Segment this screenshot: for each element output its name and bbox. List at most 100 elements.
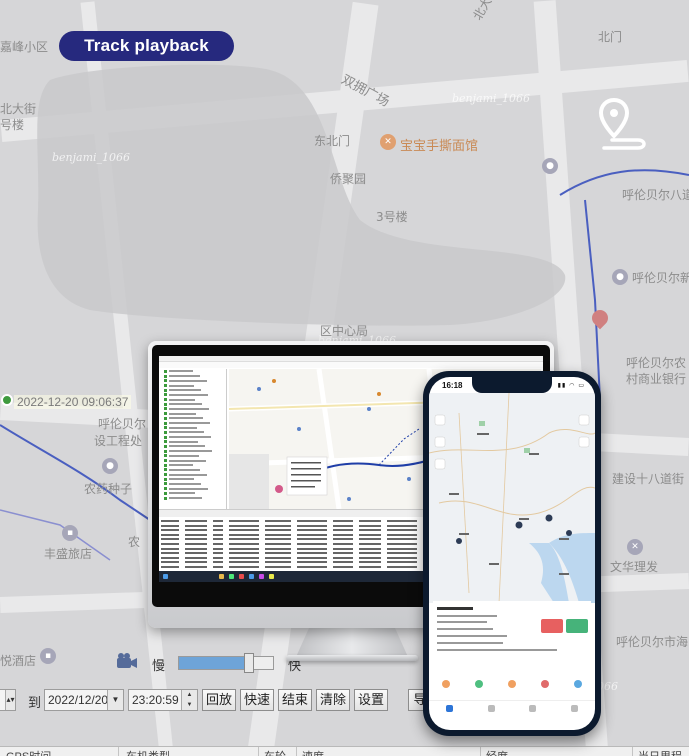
table-cell — [213, 566, 223, 568]
to-label: 到 — [28, 695, 42, 710]
quick-action-item[interactable] — [441, 680, 450, 700]
tree-row-text — [169, 436, 211, 439]
online-status-icon — [164, 482, 167, 486]
map-label: 3号楼 — [376, 210, 408, 224]
table-cell — [333, 566, 353, 568]
column-header-device-type[interactable]: 车机类型 — [126, 748, 170, 756]
table-cell — [333, 538, 353, 541]
spin-icon[interactable]: ▲ ▼ — [181, 690, 197, 710]
table-cell — [387, 547, 417, 550]
phone-screen: 16:18 ▮▮ ◠ ▭ — [429, 377, 595, 730]
spin-icon[interactable]: ▴▾ — [5, 690, 15, 710]
table-cell — [387, 520, 417, 522]
quick-action-item[interactable] — [507, 680, 516, 700]
table-cell — [333, 520, 353, 522]
table-cell — [297, 566, 327, 568]
table-cell — [185, 566, 207, 568]
map-label: 宝宝手撕面馆 — [400, 139, 479, 154]
tree-row-text — [169, 389, 201, 392]
tree-row-text — [169, 417, 203, 420]
map-label: 呼伦贝尔八道 — [622, 188, 689, 202]
page-title: Track playback — [59, 31, 234, 61]
phone-green-button[interactable] — [566, 619, 588, 633]
tree-row[interactable] — [164, 496, 226, 500]
column-header-longitude[interactable]: 经度 — [486, 748, 508, 756]
map-label: 呼伦贝尔市海 — [616, 635, 689, 649]
map-label: 文华理发 — [610, 560, 659, 574]
speed-slider[interactable] — [178, 656, 274, 670]
table-cell — [229, 538, 259, 541]
table-cell — [297, 524, 327, 527]
table-cell — [297, 543, 327, 545]
map-label: 村商业银行 — [626, 372, 687, 386]
hotel-icon: ▪ — [62, 525, 78, 541]
column-header-daily-mileage[interactable]: 当日里程 — [638, 748, 682, 756]
quick-action-item[interactable] — [541, 680, 550, 700]
watermark: benjami_1066 — [52, 151, 131, 164]
table-cell — [265, 520, 291, 522]
phone-red-button[interactable] — [541, 619, 563, 633]
tab-alarm[interactable] — [529, 705, 537, 730]
table-cell — [185, 547, 207, 550]
table-cell — [387, 543, 417, 545]
online-status-icon — [164, 435, 167, 439]
fast-button[interactable]: 快速 — [240, 689, 274, 711]
map-label: 嘉峰小区 — [0, 40, 49, 54]
table-cell — [297, 533, 327, 536]
tree-row-text — [169, 407, 209, 410]
table-cell — [161, 543, 179, 545]
table-cell — [333, 552, 353, 555]
column-header-gps-time[interactable]: GPS时间 — [6, 748, 51, 756]
map-label: 呼伦贝尔新 — [632, 271, 689, 285]
signal-battery-icon: ▮▮ ◠ ▭ — [557, 382, 585, 389]
table-cell — [229, 529, 259, 532]
end-date-field[interactable]: 2022/12/20 ▼ — [44, 689, 124, 711]
table-cell — [359, 543, 381, 545]
quick-action-item[interactable] — [574, 680, 583, 700]
table-cell — [213, 561, 223, 564]
map-label: 丰盛旅店 — [44, 547, 93, 561]
table-cell — [161, 529, 179, 532]
tree-row-text — [169, 412, 196, 415]
tree-row-text — [169, 468, 200, 471]
table-cell — [359, 561, 381, 564]
map-label: 建设十八道街 — [612, 472, 685, 486]
column-header-wheels[interactable]: 车轮 — [264, 748, 286, 756]
table-cell — [359, 533, 381, 536]
more-icon — [574, 680, 583, 688]
speed-slider-handle[interactable] — [243, 653, 254, 673]
online-status-icon — [164, 393, 167, 397]
map-label: 北门 — [598, 30, 623, 44]
quick-action-item[interactable] — [474, 680, 483, 700]
online-status-icon — [164, 430, 167, 434]
tab-list[interactable] — [487, 705, 495, 730]
window-menubar — [159, 362, 543, 368]
track-start-time: 2022-12-20 09:06:37 — [14, 395, 132, 409]
table-cell — [297, 556, 327, 559]
tree-row-text — [169, 398, 195, 401]
replay-button[interactable]: 回放 — [202, 689, 236, 711]
user-icon — [570, 705, 578, 712]
table-cell — [333, 561, 353, 564]
settings-button[interactable]: 设置 — [354, 689, 388, 711]
online-status-icon — [164, 449, 167, 453]
online-status-icon — [164, 477, 167, 481]
tree-row-text — [169, 478, 194, 481]
chevron-down-icon[interactable]: ▼ — [107, 690, 123, 710]
start-date-field[interactable]: ▴▾ — [0, 689, 16, 711]
clear-button[interactable]: 清除 — [316, 689, 350, 711]
table-cell — [161, 524, 179, 527]
taskbar-app-icon — [239, 574, 244, 579]
table-cell — [265, 547, 291, 550]
table-cell — [265, 543, 291, 545]
end-time-field[interactable]: 23:20:59 ▲ ▼ — [128, 689, 198, 711]
table-cell — [185, 524, 207, 527]
table-cell — [265, 552, 291, 555]
table-cell — [185, 533, 207, 536]
end-button[interactable]: 结束 — [278, 689, 312, 711]
monitor-stand-base — [286, 655, 418, 661]
tab-map[interactable] — [446, 705, 454, 730]
table-cell — [297, 552, 327, 555]
tab-profile[interactable] — [570, 705, 578, 730]
column-header-speed[interactable]: 速度 — [302, 748, 324, 756]
